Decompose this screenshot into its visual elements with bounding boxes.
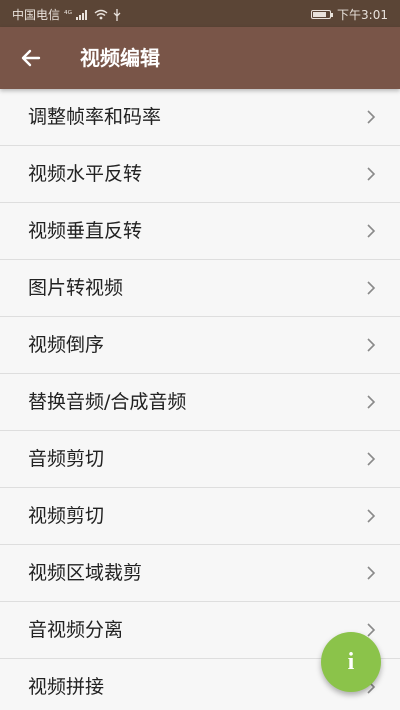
signal-label: ⁴ᴳ	[64, 9, 73, 20]
menu-item-label: 视频倒序	[28, 334, 105, 356]
menu-item-adjust-framerate-bitrate[interactable]: 调整帧率和码率	[0, 89, 400, 146]
status-time: 下午3:01	[337, 8, 388, 22]
back-button[interactable]	[14, 41, 48, 75]
menu-item-label: 视频水平反转	[28, 163, 143, 185]
menu-item-audio-cut[interactable]: 音频剪切	[0, 431, 400, 488]
status-left: 中国电信 ⁴ᴳ	[12, 6, 122, 23]
status-bar: 中国电信 ⁴ᴳ 下午3:01	[0, 0, 400, 27]
menu-item-label: 视频垂直反转	[28, 220, 143, 242]
menu-item-label: 调整帧率和码率	[28, 106, 162, 128]
wifi-icon	[94, 9, 108, 20]
chevron-right-icon	[367, 110, 376, 124]
chevron-right-icon	[367, 281, 376, 295]
menu-item-reverse-video[interactable]: 视频倒序	[0, 317, 400, 374]
menu-item-label: 音视频分离	[28, 619, 124, 641]
chevron-right-icon	[367, 338, 376, 352]
usb-icon	[113, 8, 121, 21]
menu-item-replace-audio[interactable]: 替换音频/合成音频	[0, 374, 400, 431]
menu-item-video-cut[interactable]: 视频剪切	[0, 488, 400, 545]
info-icon: i	[347, 648, 355, 675]
chevron-right-icon	[367, 623, 376, 637]
chevron-right-icon	[367, 509, 376, 523]
battery-level	[313, 12, 326, 17]
menu-item-horizontal-flip[interactable]: 视频水平反转	[0, 146, 400, 203]
screen: 中国电信 ⁴ᴳ 下午3:01 视频编辑 调整帧率和码率 视频水平反转 视频垂直反…	[0, 0, 400, 710]
menu-item-label: 视频拼接	[28, 676, 105, 698]
menu-item-region-crop[interactable]: 视频区域裁剪	[0, 545, 400, 602]
menu-item-label: 图片转视频	[28, 277, 124, 299]
status-right: 下午3:01	[311, 6, 388, 23]
menu-item-image-to-video[interactable]: 图片转视频	[0, 260, 400, 317]
menu-item-label: 替换音频/合成音频	[28, 391, 187, 413]
chevron-right-icon	[367, 395, 376, 409]
app-bar: 视频编辑	[0, 27, 400, 89]
menu-item-label: 音频剪切	[28, 448, 105, 470]
arrow-left-icon	[21, 49, 41, 67]
info-fab-button[interactable]: i	[321, 632, 381, 692]
chevron-right-icon	[367, 566, 376, 580]
chevron-right-icon	[367, 167, 376, 181]
menu-item-label: 视频区域裁剪	[28, 562, 143, 584]
chevron-right-icon	[367, 224, 376, 238]
menu-item-label: 视频剪切	[28, 505, 105, 527]
battery-icon	[311, 10, 334, 19]
menu-list: 调整帧率和码率 视频水平反转 视频垂直反转 图片转视频 视频倒序 替换音频/合成…	[0, 89, 400, 710]
signal-icon	[76, 10, 88, 20]
chevron-right-icon	[367, 452, 376, 466]
page-title: 视频编辑	[80, 46, 160, 70]
carrier-name: 中国电信	[12, 8, 61, 22]
menu-item-vertical-flip[interactable]: 视频垂直反转	[0, 203, 400, 260]
